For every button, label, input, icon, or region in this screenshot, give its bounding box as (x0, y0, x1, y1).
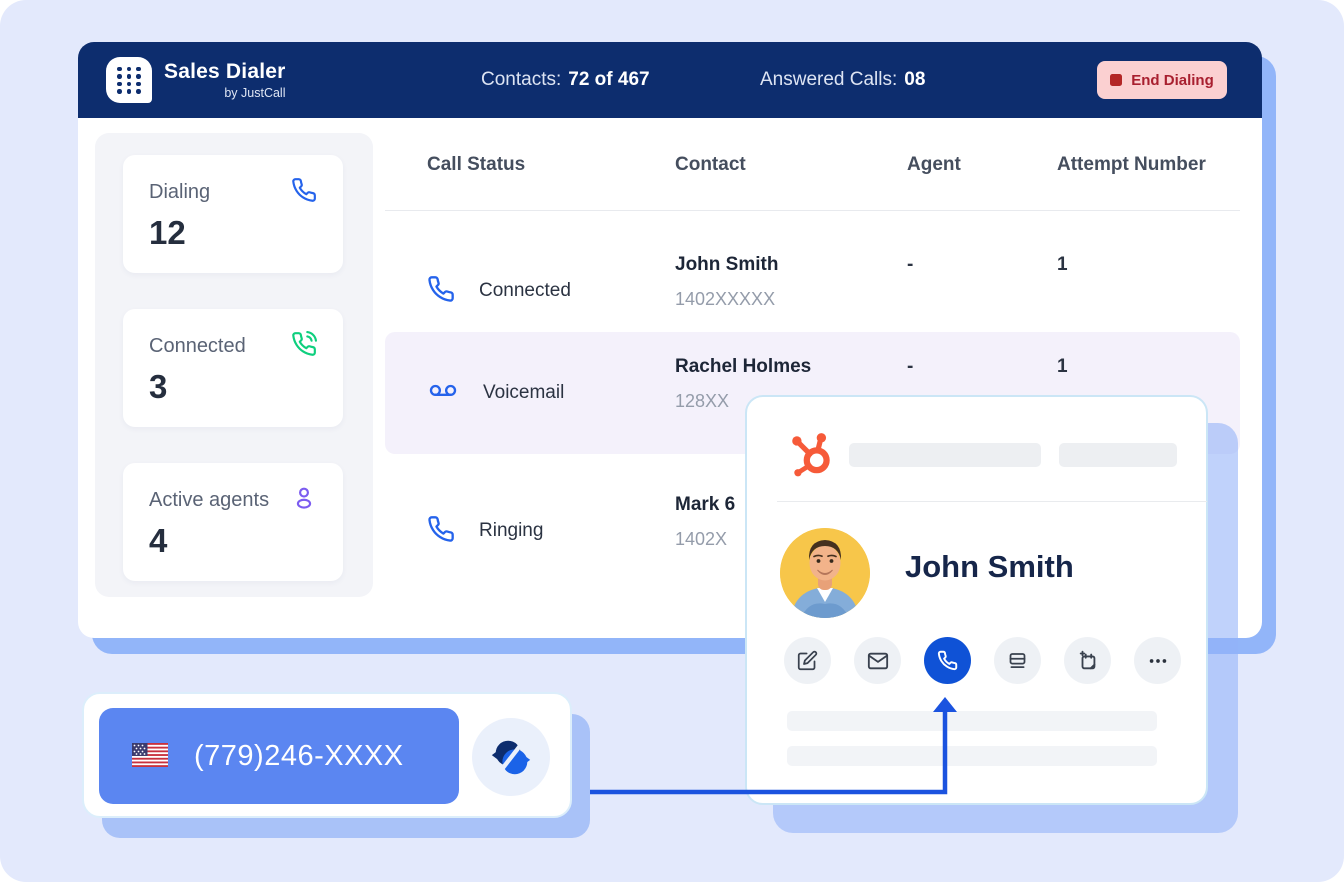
column-header-call-status: Call Status (427, 154, 525, 176)
brand: Sales Dialer by JustCall (106, 57, 285, 103)
stat-value: 4 (149, 522, 317, 560)
contact-name: Rachel Holmes (675, 356, 811, 378)
stat-value: 12 (149, 214, 317, 252)
phone-connected-icon (291, 331, 317, 362)
topbar: Sales Dialer by JustCall Contacts:72 of … (78, 42, 1262, 118)
placeholder-bar (1059, 443, 1177, 467)
edit-button[interactable] (784, 637, 831, 684)
placeholder-bar (849, 443, 1041, 467)
ellipsis-icon (1147, 650, 1169, 672)
more-button[interactable] (1134, 637, 1181, 684)
contact-name: John Smith (675, 254, 778, 276)
tasks-icon (1007, 650, 1028, 671)
outgoing-number: (779)246-XXXX (194, 740, 404, 773)
stats-sidebar: Dialing 12 Connected 3 Active (95, 133, 373, 597)
attempt-cell: 1 (1057, 356, 1068, 378)
column-header-agent: Agent (907, 154, 961, 176)
stat-label: Active agents (149, 489, 269, 512)
call-status: Ringing (479, 520, 543, 542)
attempt-cell: 1 (1057, 254, 1068, 276)
phone-icon (937, 650, 958, 671)
phone-icon (291, 177, 317, 208)
end-dialing-button[interactable]: End Dialing (1097, 61, 1227, 99)
stop-icon (1110, 74, 1122, 86)
call-status: Voicemail (483, 382, 564, 404)
brand-subtitle: by JustCall (224, 86, 285, 100)
stat-value: 3 (149, 368, 317, 406)
stat-label: Connected (149, 335, 246, 358)
brand-title: Sales Dialer (164, 60, 285, 84)
avatar (780, 528, 870, 618)
justcall-logo-icon (488, 734, 534, 780)
outgoing-number-button[interactable]: (779)246-XXXX (99, 708, 459, 804)
tasks-button[interactable] (994, 637, 1041, 684)
contact-phone: 1402X (675, 529, 735, 550)
dialpad-logo-icon (106, 57, 152, 103)
answered-calls-counter: Answered Calls:08 (760, 42, 925, 118)
stat-card-connected: Connected 3 (123, 309, 343, 427)
voicemail-icon (427, 377, 459, 410)
contact-phone: 1402XXXXX (675, 289, 778, 310)
call-status: Connected (479, 280, 571, 302)
stat-card-dialing: Dialing 12 (123, 155, 343, 273)
connector-arrow (586, 694, 960, 798)
us-flag-icon (132, 743, 168, 770)
agent-cell: - (907, 356, 913, 378)
crm-contact-name: John Smith (905, 549, 1074, 585)
dialer-number-widget: (779)246-XXXX (82, 692, 572, 818)
calendar-add-button[interactable] (1064, 637, 1111, 684)
divider (777, 501, 1207, 502)
email-icon (867, 650, 889, 672)
stat-label: Dialing (149, 181, 210, 204)
contacts-counter: Contacts:72 of 467 (481, 42, 650, 118)
stat-card-active-agents: Active agents 4 (123, 463, 343, 581)
phone-icon (427, 275, 455, 308)
email-button[interactable] (854, 637, 901, 684)
agent-cell: - (907, 254, 913, 276)
agents-icon (291, 485, 317, 516)
hubspot-logo-icon (787, 429, 837, 484)
column-header-contact: Contact (675, 154, 746, 176)
call-button[interactable] (924, 637, 971, 684)
table-header-divider (385, 210, 1240, 211)
calendar-add-icon (1077, 650, 1099, 672)
page-background: Sales Dialer by JustCall Contacts:72 of … (0, 0, 1344, 882)
column-header-attempt-number: Attempt Number (1057, 154, 1206, 176)
phone-icon (427, 515, 455, 548)
justcall-logo-badge (472, 718, 550, 796)
edit-icon (797, 650, 818, 671)
contact-name: Mark 6 (675, 494, 735, 516)
